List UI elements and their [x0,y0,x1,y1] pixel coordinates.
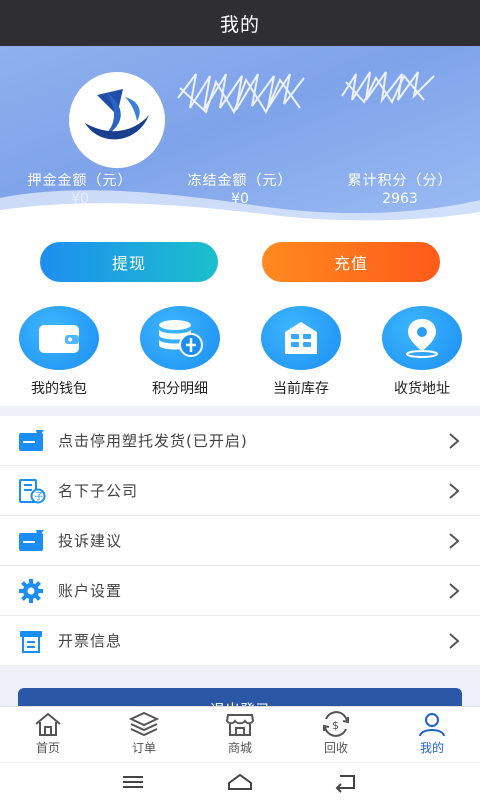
back-icon[interactable] [332,771,362,793]
settings-menu: 点击停用塑托发货(已开启) 子 名下子公司 投诉建议 账户设置 开票信息 [0,416,480,666]
menu-item-subsidiaries[interactable]: 子 名下子公司 [0,466,480,516]
avatar[interactable] [69,72,165,168]
menu-item-complaints[interactable]: 投诉建议 [0,516,480,566]
shortcut-address[interactable]: 收货地址 [367,306,477,398]
menu-lines-icon[interactable] [118,771,148,793]
gear-icon [19,579,43,603]
edit-card-icon [19,530,44,551]
tab-home-label: 首页 [35,741,60,755]
tab-shop[interactable]: 商城 [192,711,288,756]
withdraw-button[interactable]: 提现 [40,242,218,282]
layers-icon [129,711,159,737]
top-title-bar: 我的 [0,0,480,46]
tab-recycle-label: 回收 [323,741,348,755]
shop-icon [225,714,255,736]
company-doc-icon: 子 [19,479,46,504]
location-pin-icon [406,319,438,358]
tab-mine-label: 我的 [419,741,444,755]
shortcut-inventory[interactable]: 当前库存 [246,306,356,398]
menu-item-invoice-info[interactable]: 开票信息 [0,616,480,666]
chevron-right-icon [449,483,460,499]
shortcut-points[interactable]: 积分明细 [125,306,235,398]
wallet-icon [39,325,79,353]
chevron-right-icon [449,433,460,449]
profile-header: 押金金额（元） ¥0 冻结金额（元） ¥0 累计积分（分） 2963 [0,46,480,226]
tab-shop-label: 商城 [227,741,252,755]
shortcut-inventory-label: 当前库存 [273,381,329,397]
menu-item-label: 点击停用塑托发货(已开启) [58,432,248,450]
home-nav-icon[interactable] [225,771,255,793]
home-icon [35,712,61,736]
menu-item-pallet-shipping[interactable]: 点击停用塑托发货(已开启) [0,416,480,466]
redacted-name-scribble [177,73,305,115]
chevron-right-icon [449,533,460,549]
menu-item-label: 投诉建议 [58,532,123,550]
menu-item-label: 账户设置 [58,582,123,600]
svg-text:子: 子 [35,492,44,503]
inventory-icon [285,322,317,354]
coins-icon [159,320,203,357]
menu-item-label: 开票信息 [58,632,123,650]
shortcut-grid: 我的钱包 积分明细 当前库存 收货地址 [0,306,480,402]
recharge-button[interactable]: 充值 [262,242,440,282]
tab-orders-label: 订单 [131,741,156,755]
chevron-right-icon [449,583,460,599]
section-divider [0,406,480,416]
tab-mine[interactable]: 我的 [384,711,480,756]
recycle-dollar-icon: $ [323,711,349,737]
tab-orders[interactable]: 订单 [96,711,192,756]
user-icon [419,713,445,737]
bottom-tab-bar: 首页 订单 商城 $ 回收 我的 [0,706,480,762]
svg-text:$: $ [332,719,339,732]
shortcut-wallet-label: 我的钱包 [31,381,87,397]
header-wave [0,190,480,226]
invoice-icon [20,631,42,653]
tab-home[interactable]: 首页 [0,711,96,756]
tab-recycle[interactable]: $ 回收 [288,711,384,756]
page-title: 我的 [219,13,260,36]
company-logo-icon [85,89,149,140]
shortcut-points-label: 积分明细 [152,381,208,397]
menu-item-label: 名下子公司 [58,482,139,500]
chevron-right-icon [449,633,460,649]
edit-card-icon [19,430,44,451]
menu-item-account-settings[interactable]: 账户设置 [0,566,480,616]
shortcut-wallet[interactable]: 我的钱包 [4,306,114,398]
system-nav-bar [0,762,480,800]
redacted-id-scribble [341,71,435,105]
shortcut-address-label: 收货地址 [394,381,450,397]
